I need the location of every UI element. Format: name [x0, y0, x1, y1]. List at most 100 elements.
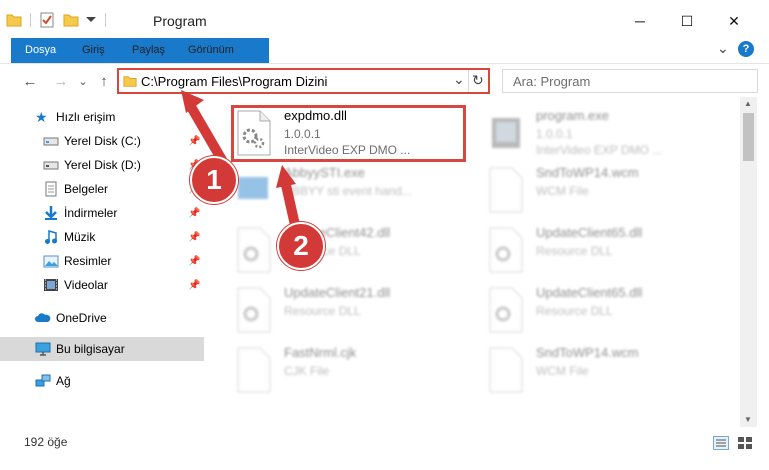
- nav-item-videos[interactable]: Videolar 📌: [0, 273, 204, 297]
- file-type: WCM File: [536, 364, 589, 378]
- nav-item-quick-access[interactable]: ★ Hızlı erişim: [0, 105, 204, 129]
- address-row: ← → ⌄ ↑ C:\Program Files\Program Dizini …: [0, 63, 769, 98]
- file-version: 1.0.0.1: [536, 127, 573, 141]
- videos-icon: [44, 279, 58, 291]
- scroll-up-icon[interactable]: ▲: [744, 99, 752, 108]
- large-icons-view-icon[interactable]: [737, 436, 753, 450]
- nav-item-pictures[interactable]: Resimler 📌: [0, 249, 204, 273]
- pin-icon: 📌: [188, 255, 201, 267]
- folder-icon: [123, 76, 137, 87]
- properties-icon[interactable]: [39, 12, 55, 28]
- nav-item-network[interactable]: Ağ: [0, 369, 204, 393]
- file-item[interactable]: UpdateClient21.dll Resource DLL: [236, 285, 466, 341]
- new-folder-icon[interactable]: [63, 12, 79, 28]
- pin-icon: 📌: [188, 207, 201, 219]
- file-item[interactable]: UpdateClient65.dll Resource DLL: [488, 225, 718, 281]
- vertical-scrollbar[interactable]: ▲ ▼: [740, 97, 757, 427]
- forward-button[interactable]: →: [50, 70, 72, 92]
- generic-file-icon: [489, 347, 523, 393]
- file-name: UpdateClient65.dll: [536, 285, 643, 300]
- nav-item-music[interactable]: Müzik 📌: [0, 225, 204, 249]
- file-type: Resource DLL: [536, 244, 613, 258]
- documents-icon: [45, 181, 57, 197]
- pin-icon: 📌: [188, 231, 201, 243]
- search-placeholder: Ara: Program: [513, 74, 591, 89]
- nav-label: Yerel Disk (D:): [64, 158, 141, 172]
- nav-label: İndirmeler: [64, 206, 118, 220]
- file-type: CJK File: [284, 364, 330, 378]
- drive-icon: [43, 161, 59, 170]
- scroll-down-icon[interactable]: ▼: [744, 415, 752, 424]
- drive-icon: [43, 137, 59, 146]
- window-title: Program: [153, 13, 207, 29]
- back-button[interactable]: ←: [19, 70, 41, 92]
- file-item[interactable]: FastNrml.cjk CJK File: [236, 345, 466, 401]
- nav-label: Bu bilgisayar: [56, 342, 125, 356]
- file-type: Resource DLL: [284, 304, 361, 318]
- nav-item-documents[interactable]: Belgeler 📌: [0, 177, 204, 201]
- file-name: UpdateClient65.dll: [536, 225, 643, 240]
- nav-label: Belgeler: [64, 182, 109, 196]
- address-dropdown-icon[interactable]: ⌄: [453, 71, 465, 88]
- generic-file-icon: [237, 347, 271, 393]
- nav-label: Ağ: [56, 374, 71, 388]
- cloud-icon: [35, 313, 51, 322]
- nav-label: Resimler: [64, 254, 112, 268]
- search-input[interactable]: Ara: Program: [502, 69, 758, 93]
- pictures-icon: [43, 255, 59, 268]
- recent-locations-button[interactable]: ⌄: [72, 70, 94, 92]
- dll-file-icon: [489, 227, 523, 273]
- file-item[interactable]: SndToWP14.wcm WCM File: [488, 345, 718, 401]
- file-item[interactable]: SndToWP14.wcm WCM File: [488, 165, 718, 221]
- network-icon: [35, 374, 51, 387]
- title-bar: Program ─ ☐ ✕: [0, 0, 769, 38]
- file-name: AbbyySTI.exe: [284, 165, 365, 180]
- file-name: FastNrml.cjk: [284, 345, 357, 360]
- nav-item-downloads[interactable]: İndirmeler 📌: [0, 201, 204, 225]
- file-item[interactable]: program.exe 1.0.0.1 InterVideo EXP DMO .…: [488, 108, 718, 164]
- up-button[interactable]: ↑: [93, 70, 115, 92]
- tab-home[interactable]: Giriş: [70, 38, 117, 62]
- star-icon: ★: [35, 109, 48, 125]
- step-marker-1: 1: [190, 156, 238, 204]
- file-item[interactable]: UpdateClient65.dll Resource DLL: [488, 285, 718, 341]
- music-icon: [45, 230, 57, 244]
- file-item[interactable]: UpdateClient42.dll Resource DLL: [236, 225, 466, 281]
- navigation-pane: ★ Hızlı erişim Yerel Disk (C:) 📌 Yerel D…: [0, 97, 206, 427]
- computer-icon: [35, 342, 51, 356]
- details-view-icon[interactable]: [713, 436, 729, 450]
- pin-icon: 📌: [188, 279, 201, 291]
- address-path: C:\Program Files\Program Dizini: [141, 74, 328, 89]
- file-name: SndToWP14.wcm: [536, 165, 639, 180]
- file-name: UpdateClient21.dll: [284, 285, 391, 300]
- tab-view[interactable]: Görünüm: [176, 38, 246, 62]
- file-type: WCM File: [536, 184, 589, 198]
- nav-label: Videolar: [64, 278, 108, 292]
- status-bar: 192 öğe: [0, 430, 769, 470]
- quick-access-toolbar: [6, 11, 112, 29]
- close-button[interactable]: ✕: [711, 6, 757, 36]
- file-description: ABBYY sti event hand...: [284, 184, 412, 198]
- file-description: InterVideo EXP DMO ...: [536, 143, 663, 157]
- ribbon-expand-icon[interactable]: ⌄: [717, 40, 729, 57]
- address-bar[interactable]: C:\Program Files\Program Dizini ⌄ ↻: [117, 68, 490, 94]
- file-name: program.exe: [536, 108, 609, 123]
- generic-file-icon: [489, 167, 523, 213]
- dll-file-icon: [237, 287, 271, 333]
- nav-item-local-disk-d[interactable]: Yerel Disk (D:) 📌: [0, 153, 204, 177]
- nav-label: Yerel Disk (C:): [64, 134, 141, 148]
- file-name: SndToWP14.wcm: [536, 345, 639, 360]
- tab-share[interactable]: Paylaş: [120, 38, 177, 62]
- nav-item-this-pc[interactable]: Bu bilgisayar: [0, 337, 204, 361]
- refresh-icon[interactable]: ↻: [472, 72, 484, 89]
- help-icon[interactable]: ?: [738, 41, 754, 57]
- file-item[interactable]: AbbyySTI.exe ABBYY sti event hand...: [236, 165, 466, 221]
- folder-icon[interactable]: [6, 12, 22, 28]
- nav-item-local-disk-c[interactable]: Yerel Disk (C:) 📌: [0, 129, 204, 153]
- maximize-button[interactable]: ☐: [664, 6, 710, 36]
- scrollbar-thumb[interactable]: [743, 113, 754, 161]
- customize-toolbar-icon[interactable]: [83, 12, 99, 28]
- minimize-button[interactable]: ─: [617, 6, 663, 36]
- dll-file-icon: [237, 227, 271, 273]
- nav-item-onedrive[interactable]: OneDrive: [0, 306, 204, 330]
